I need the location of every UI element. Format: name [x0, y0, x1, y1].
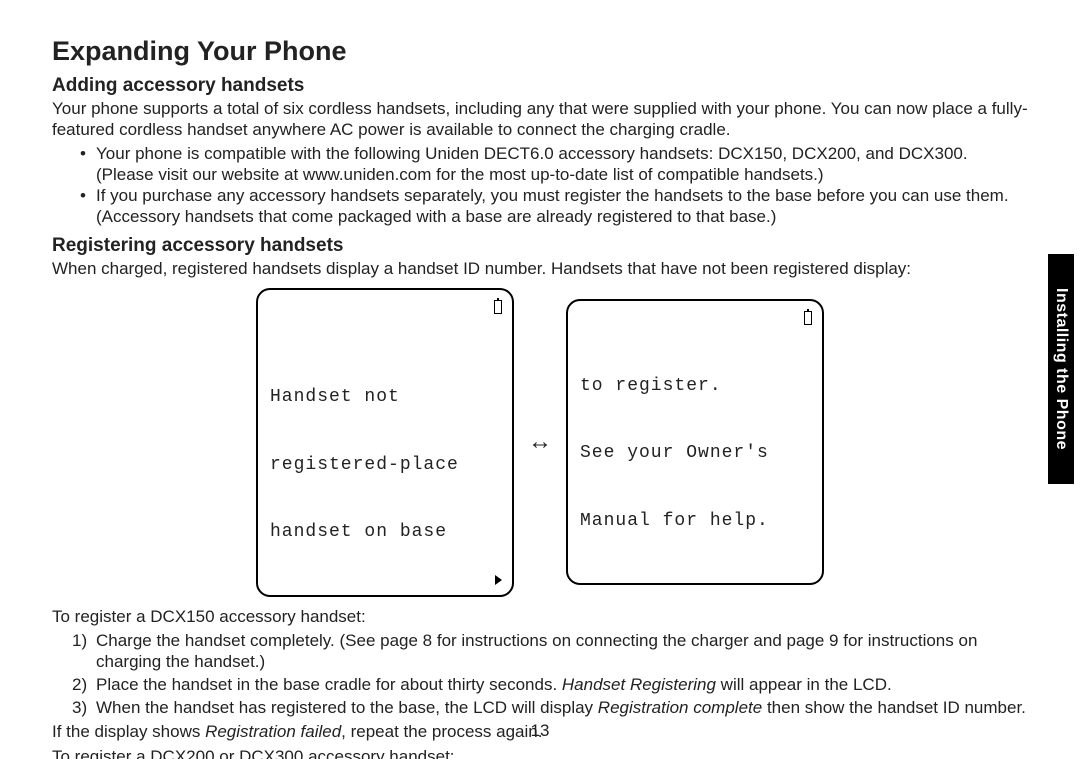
page-number: 13	[0, 721, 1080, 741]
battery-icon	[494, 300, 502, 314]
lcd-line: handset on base	[270, 521, 500, 544]
intro-paragraph-1: Your phone supports a total of six cordl…	[52, 99, 1028, 140]
italic-text: Registration complete	[598, 698, 762, 717]
lcd-line: Manual for help.	[580, 510, 810, 533]
italic-text: Handset Registering	[562, 675, 716, 694]
subheading-adding: Adding accessory handsets	[52, 75, 1028, 97]
triangle-right-icon	[495, 575, 502, 585]
subheading-registering: Registering accessory handsets	[52, 235, 1028, 257]
text-span: then show the handset ID number.	[762, 698, 1026, 717]
list-item: If you purchase any accessory handsets s…	[96, 186, 1028, 227]
bullet-list-1: Your phone is compatible with the follow…	[52, 144, 1028, 227]
text-span: Place the handset in the base cradle for…	[96, 675, 562, 694]
list-item: Charge the handset completely. (See page…	[96, 631, 1028, 672]
list-item: When the handset has registered to the b…	[96, 698, 1028, 719]
lcd-line: registered-place	[270, 454, 500, 477]
list-item: Place the handset in the base cradle for…	[96, 675, 1028, 696]
lcd-screen-left: Handset not registered-place handset on …	[256, 288, 514, 597]
register-dcx200-lead: To register a DCX200 or DCX300 accessory…	[52, 747, 1028, 759]
manual-page: Installing the Phone Expanding Your Phon…	[0, 0, 1080, 759]
lcd-line: Handset not	[270, 386, 500, 409]
intro-paragraph-2: When charged, registered handsets displa…	[52, 259, 1028, 280]
lcd-display-row: Handset not registered-place handset on …	[52, 288, 1028, 597]
lcd-screen-right: to register. See your Owner's Manual for…	[566, 299, 824, 585]
page-title: Expanding Your Phone	[52, 36, 1028, 67]
register-dcx150-lead: To register a DCX150 accessory handset:	[52, 607, 1028, 628]
double-arrow-icon: ↔	[528, 428, 552, 456]
lcd-line: to register.	[580, 375, 810, 398]
battery-icon	[804, 311, 812, 325]
section-tab: Installing the Phone	[1048, 254, 1074, 484]
lcd-line: See your Owner's	[580, 442, 810, 465]
list-item: Your phone is compatible with the follow…	[96, 144, 1028, 185]
steps-dcx150: Charge the handset completely. (See page…	[52, 631, 1028, 718]
text-span: will appear in the LCD.	[716, 675, 892, 694]
text-span: When the handset has registered to the b…	[96, 698, 598, 717]
